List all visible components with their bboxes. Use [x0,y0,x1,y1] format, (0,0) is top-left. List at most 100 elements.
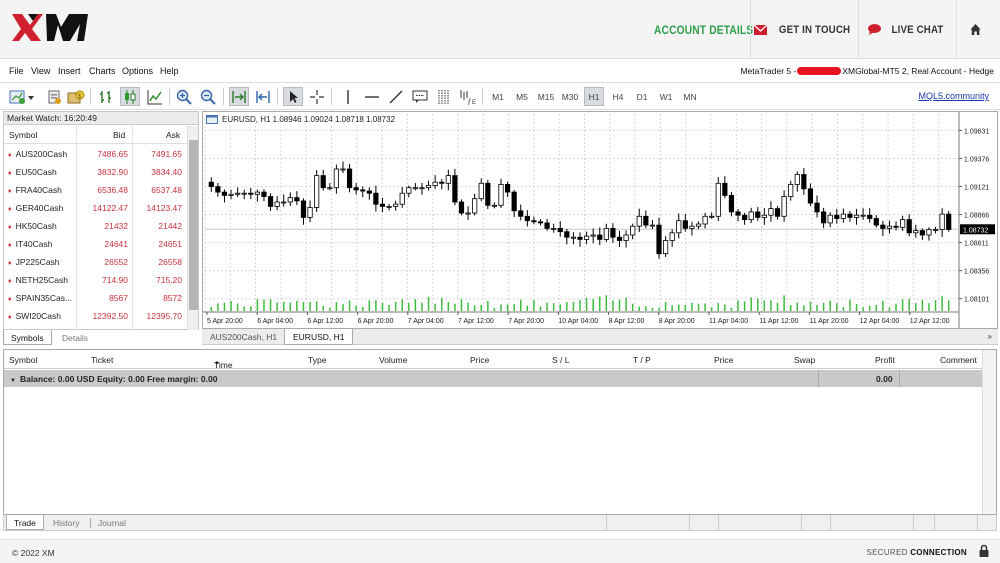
tabs-scroll-icon[interactable]: » [988,332,992,341]
col-profit[interactable]: Profit [875,355,895,365]
horizontal-line-button[interactable] [362,87,382,106]
crosshair-button[interactable] [307,87,327,106]
menu-options[interactable]: Options [122,66,153,76]
mql5-community-link[interactable]: MQL5.community [918,91,989,101]
col-symbol[interactable]: Symbol [9,355,37,365]
candlestick [254,191,260,195]
candlestick-chart-button[interactable] [120,87,140,106]
candlestick [900,219,906,228]
account-details-link[interactable]: ACCOUNT DETAILS [654,0,753,59]
market-watch-button[interactable]: $ [66,87,86,106]
timeframe-h4[interactable]: H4 [608,87,628,106]
price-chart[interactable]: 1.09631 1.09376 1.09121 1.08866 1.08611 1.083… [202,111,998,329]
market-watch-row[interactable]: ♦ HK50Cash 21432 21442 [4,217,188,235]
market-watch-row[interactable]: ♦ SPAIN35Cas... 8567 8572 [4,289,188,307]
bid-price: 714.90 [102,275,128,285]
price-label: 1.08101 [964,297,989,304]
new-chart-button[interactable] [8,87,36,106]
menu-charts[interactable]: Charts [89,66,116,76]
market-watch-row[interactable]: ♦ FRA40Cash 6536.48 6537.48 [4,181,188,199]
text-label-button[interactable] [410,87,430,106]
timeframe-m5[interactable]: M5 [512,87,532,106]
market-watch-row[interactable]: ♦ SWI20Cash 12392.50 12395.70 [4,307,188,325]
market-watch-row[interactable]: ♦ NETH25Cash 714.90 715.20 [4,271,188,289]
market-watch-row[interactable]: ♦ JP225Cash 26552 26558 [4,253,188,271]
candlestick [939,213,945,230]
market-watch-row[interactable]: ♦ GER40Cash 14122.47 14123.47 [4,199,188,217]
col-swap[interactable]: Swap [794,355,815,365]
candlestick [498,184,504,206]
col-price[interactable]: Price [470,355,489,365]
tab-journal[interactable]: Journal [91,515,133,530]
timeframe-h1[interactable]: H1 [584,87,604,106]
timeframe-m15[interactable]: M15 [536,87,556,106]
vertical-line-button[interactable] [338,87,358,106]
profiles-button[interactable] [44,87,64,106]
scroll-thumb[interactable] [189,140,198,310]
indicators-button[interactable]: fE [458,87,478,106]
candlestick [728,195,735,213]
balance-row[interactable]: ▼ Balance: 0.00 USD Equity: 0.00 Free mar… [4,370,982,387]
terminal-tabs: Trade History Journal [3,515,997,531]
home-button[interactable] [956,0,993,59]
terminal-scrollbar[interactable] [982,350,996,514]
market-watch-row[interactable]: ♦ EU50Cash 3832.90 3834.40 [4,163,188,181]
zoom-out-button[interactable] [198,87,218,106]
chart-canvas[interactable]: 1.09631 1.09376 1.09121 1.08866 1.08611 1.083… [203,112,997,328]
tab-trade[interactable]: Trade [6,515,44,530]
price-label: 1.08611 [964,241,989,248]
timeframe-w1[interactable]: W1 [656,87,676,106]
menu-view[interactable]: View [31,66,50,76]
col-type[interactable]: Type [308,355,326,365]
menu-help[interactable]: Help [160,66,179,76]
balance-text: Balance: 0.00 USD Equity: 0.00 Free marg… [19,374,218,384]
bar-chart-icon [100,90,111,103]
market-watch-row[interactable]: ♦ AUS200Cash 7486.65 7491.65 [4,145,188,163]
live-chat-link[interactable]: LIVE CHAT [858,0,956,59]
market-watch-scrollbar[interactable] [187,126,198,330]
chart-shift-button[interactable] [253,87,273,106]
col-current-price[interactable]: Price [714,355,733,365]
col-volume[interactable]: Volume [379,355,407,365]
menu-file[interactable]: File [9,66,24,76]
header-bid[interactable]: Bid [113,130,125,140]
col-ticket[interactable]: Ticket [91,355,113,365]
candlestick [886,225,893,229]
tab-history[interactable]: History [46,515,86,530]
market-watch-row[interactable]: ♦ IT40Cash 24641 24651 [4,235,188,253]
fibonacci-button[interactable] [434,87,454,106]
collapse-icon[interactable]: ▼ [10,378,16,384]
time-label: 7 Apr 20:00 [508,318,544,325]
symbol-cell: ♦ SWI20Cash [8,311,61,321]
line-chart-button[interactable] [145,87,165,106]
time-label: 5 Apr 20:00 [207,318,243,325]
timeframe-m1[interactable]: M1 [488,87,508,106]
zoom-in-button[interactable] [174,87,194,106]
get-in-touch-link[interactable]: GET IN TOUCH [750,0,858,59]
menu-insert[interactable]: Insert [58,66,81,76]
candlestick [274,201,280,207]
tab-details[interactable]: Details [55,330,95,345]
candlestick [261,191,267,197]
tab-symbols[interactable]: Symbols [3,330,52,345]
autoscroll-button[interactable] [229,87,249,106]
col-tp[interactable]: T / P [633,355,651,365]
bar-chart-button[interactable] [96,87,116,106]
candlestick [656,224,662,255]
cursor-tool-button[interactable] [283,87,303,106]
timeframe-m30[interactable]: M30 [560,87,580,106]
col-sl[interactable]: S / L [552,355,569,365]
timeframe-d1[interactable]: D1 [632,87,652,106]
ask-price: 3834.40 [151,167,182,177]
chart-tab-aus200[interactable]: AUS200Cash, H1 [202,329,285,345]
trendline-button[interactable] [386,87,406,106]
header-ask[interactable]: Ask [166,130,180,140]
secured-label: SECURED [866,548,908,557]
candlestick [801,174,807,190]
timeframe-mn[interactable]: MN [680,87,700,106]
chart-tab-eurusd[interactable]: EURUSD, H1 [284,329,354,345]
header-symbol[interactable]: Symbol [9,130,37,140]
xm-logo[interactable] [12,12,88,42]
candlestick [267,196,274,207]
col-comment[interactable]: Comment [940,355,977,365]
